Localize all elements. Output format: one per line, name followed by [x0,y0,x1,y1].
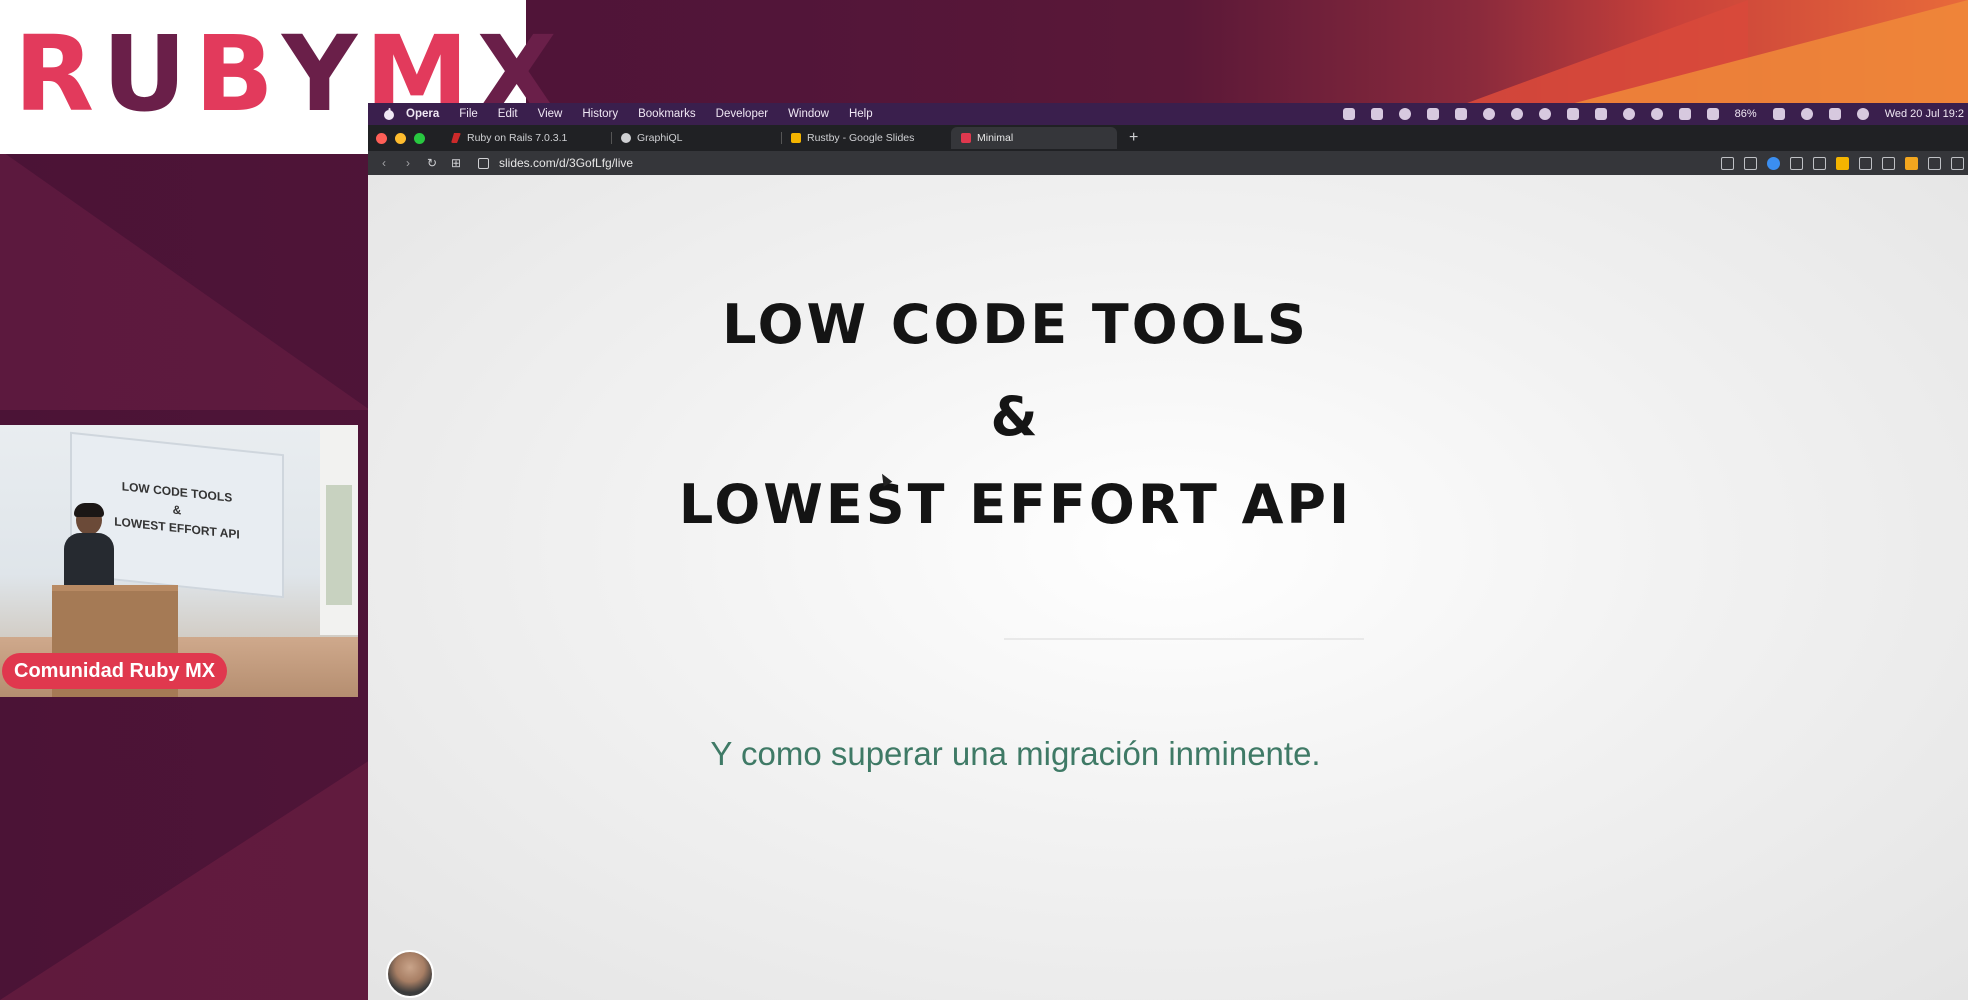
graphql-icon [621,133,631,143]
battery-icon[interactable] [1772,108,1785,120]
tab-label: Ruby on Rails 7.0.3.1 [467,132,568,144]
tab-graphiql[interactable]: GraphiQL [611,127,781,149]
screen-share: Opera File Edit View History Bookmarks D… [368,103,1968,1000]
minimal-icon [961,133,971,143]
control-center-icon[interactable] [1828,108,1841,120]
heart-icon[interactable] [1813,156,1826,170]
status-app-icon[interactable] [1342,108,1355,120]
webcam-name-label: Comunidad Ruby MX [2,653,228,689]
battery-percentage: 86% [1734,108,1757,120]
menu-file[interactable]: File [459,108,478,120]
tab-label: Rustby - Google Slides [807,132,915,144]
tab-label: GraphiQL [637,132,683,144]
apple-icon[interactable] [382,107,396,121]
menu-view[interactable]: View [538,108,563,120]
backdrop-shape [1548,0,1968,110]
status-app-icon[interactable] [1510,108,1523,120]
backdrop-shape [0,150,370,410]
logo-letter: Y [281,13,360,135]
menu-edit[interactable]: Edit [498,108,518,120]
tab-minimal[interactable]: Minimal [951,127,1117,149]
tabs-grid-icon[interactable]: ⊞ [448,156,464,170]
tab-separator [611,132,612,144]
bluetooth-icon[interactable] [1706,108,1719,120]
edit-icon[interactable] [1721,156,1734,170]
slide-divider [1004,638,1364,640]
slide-title-line: LOW CODE TOOLS [722,293,1309,356]
malwarebytes-icon[interactable] [1594,108,1607,120]
menubar-status-area: 86% Wed 20 Jul 19:2 [1342,103,1968,125]
macos-menubar: Opera File Edit View History Bookmarks D… [368,103,1968,125]
logo-letter: B [194,13,276,135]
browser-tab-strip: Ruby on Rails 7.0.3.1 GraphiQL Rustby - … [368,125,1968,151]
shield-icon[interactable] [1767,156,1780,170]
menu-developer[interactable]: Developer [716,108,768,120]
moon-icon[interactable] [1650,108,1663,120]
status-app-icon[interactable] [1566,108,1579,120]
status-app-icon[interactable] [1454,108,1467,120]
new-tab-button[interactable]: + [1129,129,1138,147]
status-app-icon[interactable] [1398,108,1411,120]
window-controls [376,132,425,144]
minimize-window-button[interactable] [395,132,406,144]
speaker-body [64,533,114,593]
toolbar-icons [1721,151,1964,175]
reload-icon[interactable]: ↻ [424,156,440,170]
url-field[interactable]: slides.com/d/3GofLfg/live [499,156,633,170]
record-icon[interactable] [1426,108,1439,120]
logo-letter: U [102,13,189,135]
chat-extension-icon[interactable] [1905,156,1918,170]
logo-letter: R [14,13,97,135]
wifi-icon[interactable] [1800,108,1813,120]
slide-title-ampersand: & [990,385,1041,448]
presenter-avatar[interactable] [386,950,434,998]
address-bar: ‹ › ↻ ⊞ slides.com/d/3GofLfg/live [368,151,1968,175]
speaker-hair [74,503,104,517]
gear-icon[interactable] [1538,108,1551,120]
menu-window[interactable]: Window [788,108,829,120]
tab-rails[interactable]: Ruby on Rails 7.0.3.1 [441,127,611,149]
zoom-window-button[interactable] [414,132,425,144]
presentation-slide: LOW CODE TOOLS & LOWEST EFFORT API Y com… [368,175,1968,1000]
slide-subtitle: Y como superar una migración inminente. [710,735,1321,772]
back-arrow-icon[interactable]: ‹ [376,156,392,170]
menu-bookmarks[interactable]: Bookmarks [638,108,696,120]
slide-title-line: LOWEST EFFORT API [678,473,1353,536]
pocket-icon[interactable] [1859,156,1872,170]
box-icon[interactable] [1928,156,1941,170]
menu-app-name[interactable]: Opera [406,108,439,120]
layers-icon[interactable] [1882,156,1895,170]
slides-icon [791,133,801,143]
tab-label: Minimal [977,132,1014,144]
tab-separator [781,132,782,144]
notes-extension-icon[interactable] [1836,156,1849,170]
menubar-clock[interactable]: Wed 20 Jul 19:2 [1885,108,1964,120]
menu-help[interactable]: Help [849,108,873,120]
tab-google-slides[interactable]: Rustby - Google Slides [781,127,951,149]
menu-history[interactable]: History [582,108,618,120]
send-icon[interactable] [1790,156,1803,170]
lock-icon[interactable] [478,157,489,169]
status-app-icon[interactable] [1370,108,1383,120]
telegram-icon[interactable] [1482,108,1495,120]
room-door [326,485,352,605]
crosshair-icon[interactable] [1622,108,1635,120]
siri-icon[interactable] [1856,108,1869,120]
keyboard-icon[interactable] [1678,108,1691,120]
download-icon[interactable] [1951,156,1964,170]
forward-arrow-icon[interactable]: › [400,156,416,170]
backdrop-shape [0,760,370,1000]
close-window-button[interactable] [376,132,387,144]
rails-icon [451,133,461,143]
camera-icon[interactable] [1744,156,1757,170]
